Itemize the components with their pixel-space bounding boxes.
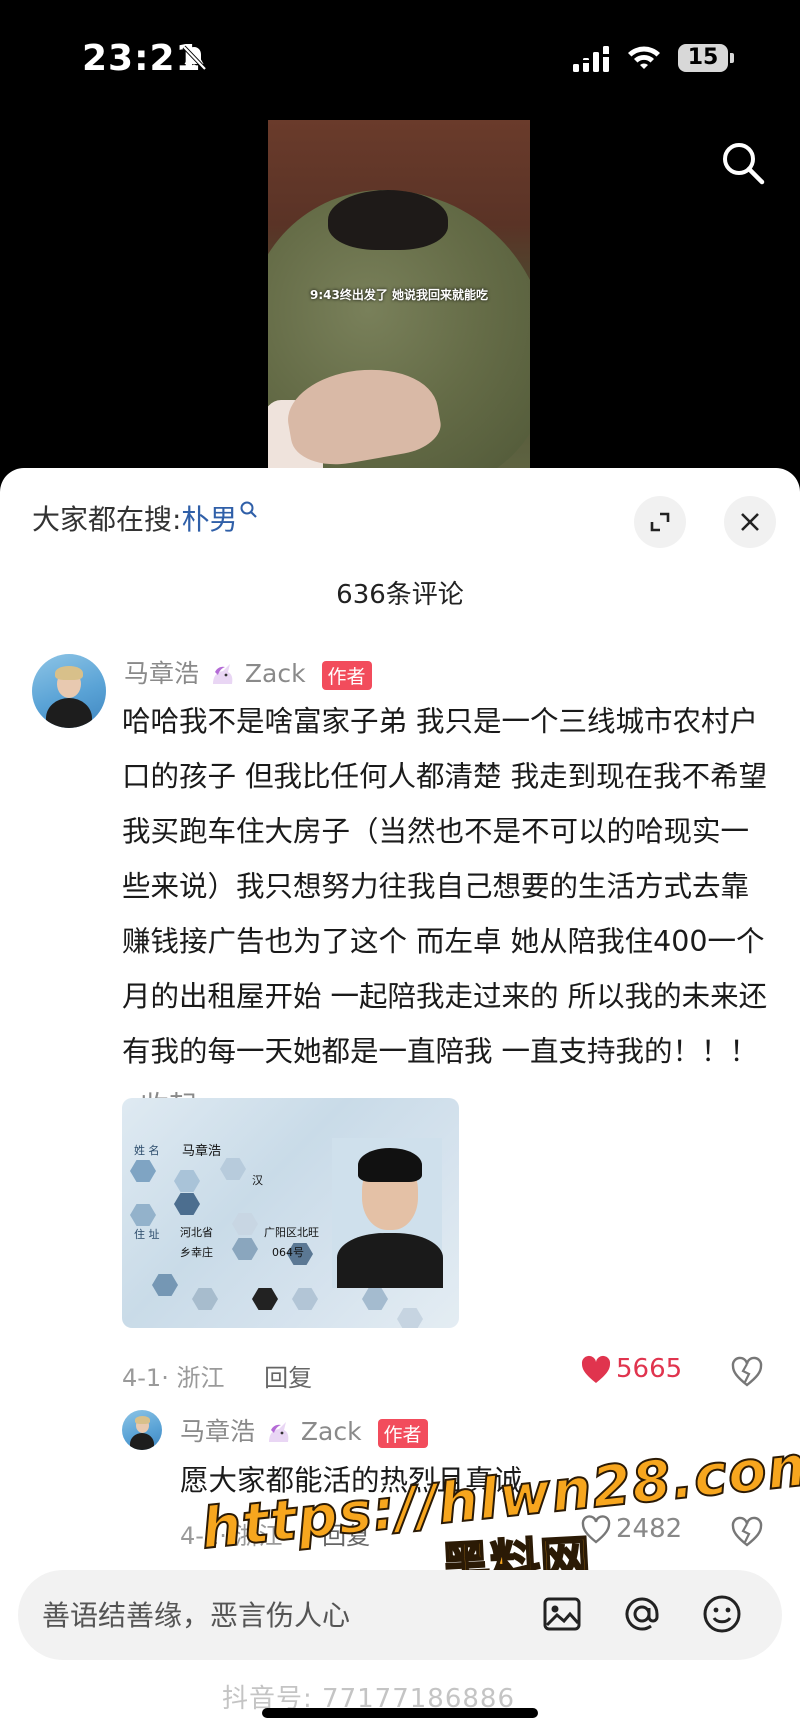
- meta-separator: ·: [161, 1364, 177, 1392]
- blur-hex: [192, 1288, 218, 1310]
- id-address-line2: 乡幸庄: [180, 1246, 213, 1259]
- comment-body: 哈哈我不是啥富家子弟 我只是一个三线城市农村户口的孩子 但我比任何人都清楚 我走…: [122, 705, 768, 1068]
- username-suffix: Zack: [300, 1417, 362, 1446]
- avatar-hair: [135, 1416, 150, 1424]
- like-button[interactable]: 5665: [580, 1354, 682, 1385]
- comment-input[interactable]: 善语结善缘，恶言伤人心: [18, 1570, 782, 1660]
- video-player[interactable]: 9:43终出发了 她说我回来就能吃: [268, 120, 530, 470]
- battery-indicator: 15: [678, 44, 734, 72]
- blur-hex: [130, 1160, 156, 1182]
- comment-username[interactable]: 马章浩 Zack 作者: [124, 654, 372, 690]
- author-tag: 作者: [377, 1418, 428, 1448]
- id-name-value: 马章浩: [182, 1144, 222, 1159]
- avatar[interactable]: [32, 654, 106, 728]
- heart-outline-icon: [581, 1514, 611, 1544]
- reply-button[interactable]: 回复: [322, 1522, 370, 1550]
- dislike-broken-heart-icon[interactable]: [730, 1356, 764, 1388]
- trending-keyword[interactable]: 朴男: [181, 503, 237, 536]
- blur-hex: [252, 1288, 278, 1310]
- username-suffix: Zack: [244, 659, 306, 688]
- image-icon[interactable]: [540, 1592, 584, 1636]
- avatar-hair: [55, 666, 83, 680]
- username-text: 马章浩: [124, 659, 200, 688]
- trending-search[interactable]: 大家都在搜:朴男: [32, 498, 259, 538]
- comment-count: 636条评论: [336, 580, 464, 610]
- comment-text: 哈哈我不是啥富家子弟 我只是一个三线城市农村户口的孩子 但我比任何人都清楚 我走…: [122, 694, 772, 1134]
- close-icon: [741, 513, 759, 531]
- blur-hex: [152, 1274, 178, 1296]
- id-photo-shirt: [337, 1233, 443, 1288]
- comment-date: 4-1: [122, 1364, 162, 1392]
- blur-hex: [292, 1288, 318, 1310]
- like-count: 5665: [616, 1354, 683, 1384]
- comment-location: 浙江: [234, 1522, 283, 1550]
- blur-hex: [130, 1204, 156, 1226]
- video-person-hair: [328, 190, 448, 250]
- reply-text: 愿大家都能活的热烈且真诚: [180, 1464, 523, 1497]
- blur-hex: [220, 1158, 246, 1180]
- heart-filled-icon: [581, 1355, 611, 1383]
- home-indicator[interactable]: [262, 1708, 538, 1718]
- wifi-icon: [628, 46, 660, 69]
- reply-meta: 4-1· 浙江 回复: [180, 1516, 370, 1551]
- reply-avatar[interactable]: [122, 1410, 162, 1450]
- blur-hex: [174, 1193, 200, 1215]
- comment-meta: 4-1· 浙江 回复: [122, 1358, 312, 1393]
- video-caption: 9:43终出发了 她说我回来就能吃: [309, 288, 489, 302]
- unicorn-icon: [212, 664, 233, 684]
- dislike-broken-heart-icon[interactable]: [730, 1516, 764, 1548]
- username-text: 马章浩: [180, 1417, 256, 1446]
- blur-hex: [232, 1213, 258, 1235]
- author-tag: 作者: [321, 660, 372, 690]
- reply-username[interactable]: 马章浩 Zack 作者: [180, 1412, 428, 1448]
- trending-prefix: 大家都在搜:: [32, 503, 182, 536]
- expand-icon: [650, 512, 670, 532]
- blur-hex: [397, 1308, 423, 1328]
- battery-level: 15: [687, 45, 719, 70]
- muted-bell-icon: [182, 45, 207, 71]
- search-icon[interactable]: [720, 140, 766, 186]
- search-small-icon: [240, 501, 258, 518]
- id-address-line1b: 广阳区北旺: [264, 1226, 319, 1239]
- like-count: 2482: [616, 1514, 683, 1544]
- expand-button[interactable]: [634, 496, 686, 548]
- comment-location: 浙江: [176, 1364, 225, 1392]
- id-name-label: 姓 名: [134, 1144, 160, 1157]
- id-photo-hair: [358, 1148, 422, 1182]
- comment-sheet: 大家都在搜:朴男 636条评论 马章浩 Zack 作者 哈哈我不是啥富家子弟 我…: [0, 468, 800, 1732]
- reply-button[interactable]: 回复: [264, 1364, 312, 1392]
- meta-separator: ·: [219, 1522, 235, 1550]
- close-button[interactable]: [724, 496, 776, 548]
- emoji-icon[interactable]: [700, 1592, 744, 1636]
- id-address-line2b: 064号: [272, 1246, 304, 1259]
- like-button[interactable]: 2482: [580, 1514, 682, 1545]
- blur-hex: [362, 1288, 388, 1310]
- blur-hex: [174, 1170, 200, 1192]
- blur-hex: [232, 1238, 258, 1260]
- comment-image-id-card[interactable]: 姓 名 马章浩 汉 住 址 河北省 广阳区北旺 乡幸庄 064号: [122, 1098, 459, 1328]
- comment-date: 4-1: [180, 1522, 220, 1550]
- avatar-body: [130, 1433, 154, 1450]
- signal-icon: [573, 46, 609, 72]
- mention-at-icon[interactable]: [620, 1592, 664, 1636]
- comment-input-placeholder: 善语结善缘，恶言伤人心: [42, 1599, 351, 1632]
- id-extra-value: 汉: [252, 1174, 263, 1187]
- status-bar: 23:21 15: [0, 0, 800, 120]
- id-address-label: 住 址: [134, 1228, 160, 1241]
- id-address-line1: 河北省: [180, 1226, 213, 1239]
- unicorn-icon: [268, 1422, 289, 1442]
- avatar-body: [46, 698, 92, 728]
